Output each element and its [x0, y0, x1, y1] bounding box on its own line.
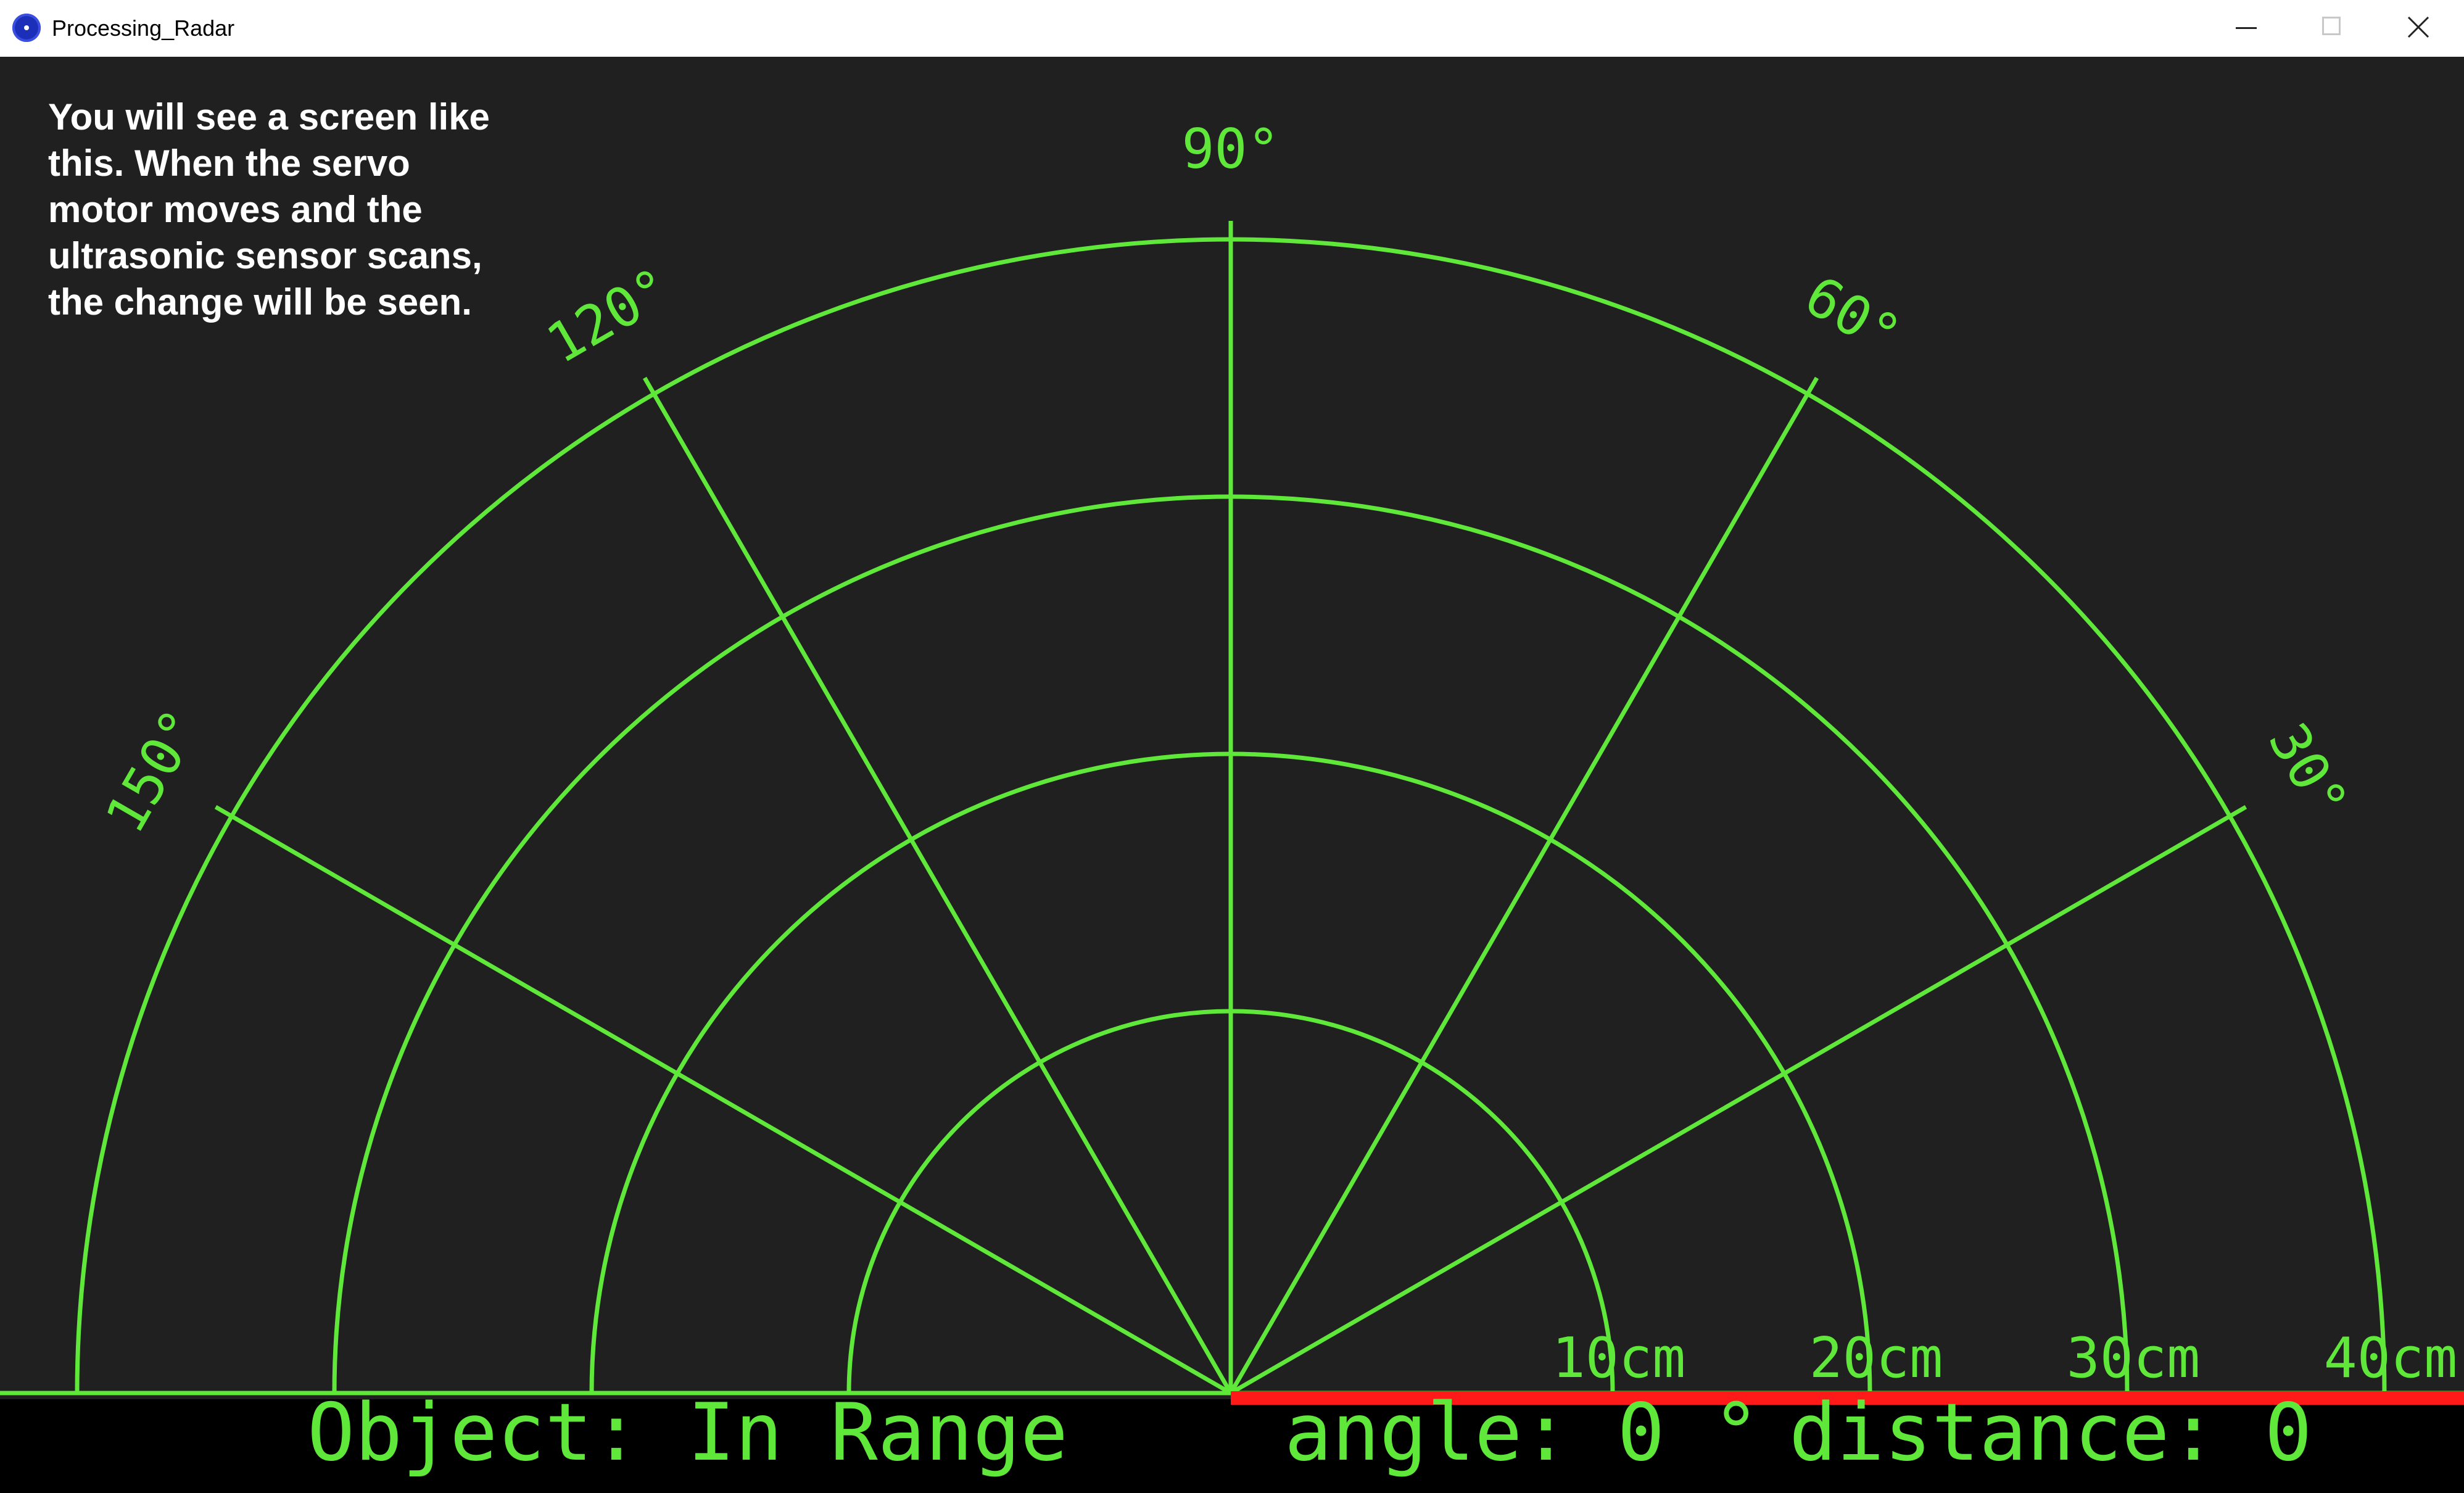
window-title: Processing_Radar — [52, 15, 235, 41]
angle-readout: angle: 0 ° — [1284, 1387, 1760, 1479]
close-button[interactable] — [2375, 0, 2462, 57]
app-icon — [12, 14, 41, 42]
instruction-text: You will see a screen like this. When th… — [48, 96, 490, 323]
minimize-button[interactable] — [2202, 0, 2289, 57]
object-status: Object: In Range — [307, 1387, 1068, 1479]
distance-readout: distance: 0 — [1789, 1387, 2312, 1479]
close-icon — [2407, 16, 2429, 38]
title-bar: Processing_Radar — [0, 0, 2464, 57]
maximize-button[interactable] — [2289, 0, 2375, 57]
radar-canvas: 150° 120° 90° 60° 30° 10cm 20cm 30cm 40cm You w… — [0, 57, 2464, 1493]
